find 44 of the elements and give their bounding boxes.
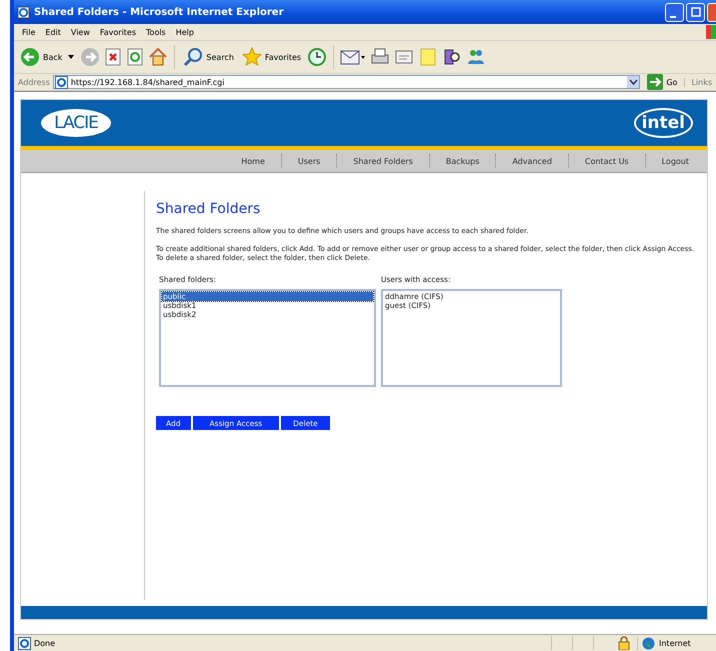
- menu-item[interactable]: View: [66, 28, 94, 36]
- lacie-logo[interactable]: LACIE: [41, 109, 111, 137]
- address-field[interactable]: https://192.168.1.84/shared_mainF.cgi: [52, 75, 640, 89]
- menu-item[interactable]: Edit: [41, 28, 65, 36]
- home-button[interactable]: [148, 47, 168, 67]
- nav-link[interactable]: Home: [225, 156, 281, 166]
- globe-icon: [642, 636, 655, 650]
- stop-button[interactable]: [104, 48, 122, 66]
- address-label: Address: [18, 78, 50, 86]
- nav-link[interactable]: Advanced: [496, 156, 568, 166]
- nav-link[interactable]: Contact Us: [568, 156, 645, 166]
- nav-link[interactable]: Shared Folders: [337, 156, 429, 166]
- status-text: Done: [34, 638, 56, 648]
- intel-logo[interactable]: intel: [634, 108, 693, 138]
- search-icon: [183, 47, 204, 67]
- maximize-button[interactable]: [686, 2, 705, 22]
- page-icon: [18, 636, 31, 650]
- back-button[interactable]: Back: [18, 47, 76, 67]
- nav-link[interactable]: Users: [282, 156, 336, 166]
- page-heading: Shared Folders: [156, 201, 262, 217]
- minimize-button[interactable]: [665, 2, 684, 22]
- star-icon: [242, 47, 262, 67]
- lock-icon: [618, 636, 630, 650]
- maximize-icon: [690, 7, 700, 17]
- caret-icon: [68, 55, 74, 59]
- menu-item[interactable]: Help: [172, 28, 198, 36]
- window-title: Shared Folders - Microsoft Internet Explorer: [34, 6, 285, 18]
- menu-item[interactable]: File: [18, 28, 40, 36]
- menu-item[interactable]: Favorites: [96, 28, 140, 36]
- nav-link[interactable]: Backups: [430, 156, 496, 166]
- links-label[interactable]: Links: [684, 78, 712, 86]
- favorites-button[interactable]: Favorites: [240, 47, 304, 67]
- research-button[interactable]: [442, 47, 462, 67]
- refresh-button[interactable]: [126, 48, 144, 66]
- close-button[interactable]: [707, 2, 716, 22]
- page-icon: [54, 76, 68, 88]
- minimize-icon: [670, 16, 676, 18]
- history-button[interactable]: [307, 47, 328, 67]
- security-zone: Internet: [659, 638, 691, 648]
- go-button[interactable]: Go: [643, 74, 682, 90]
- browser-icon: [17, 6, 30, 18]
- menu-item[interactable]: Tools: [142, 28, 170, 36]
- search-button[interactable]: Search: [181, 47, 236, 67]
- nav-link[interactable]: Logout: [646, 156, 689, 166]
